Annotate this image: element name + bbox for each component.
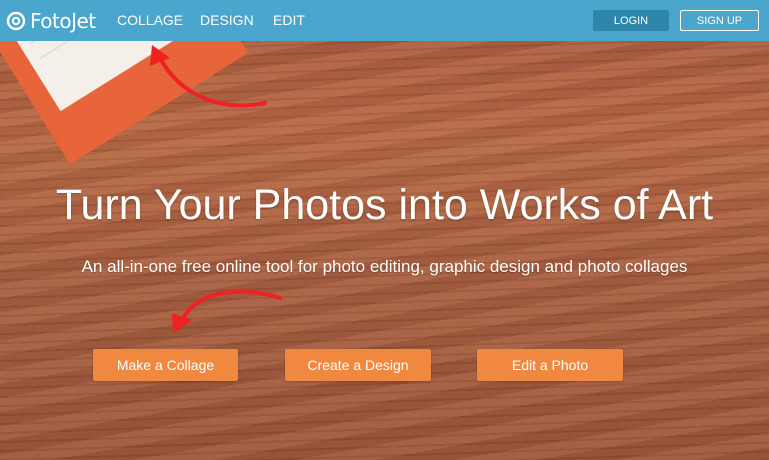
top-navbar: FotoJet COLLAGE DESIGN EDIT LOGIN SIGN U… (0, 0, 769, 41)
fotojet-logo-icon (6, 11, 26, 31)
login-button[interactable]: LOGIN (593, 10, 669, 31)
hero-title: Turn Your Photos into Works of Art (55, 181, 714, 229)
signup-button[interactable]: SIGN UP (680, 10, 759, 31)
make-collage-button[interactable]: Make a Collage (93, 349, 238, 381)
arrow-to-make-collage-icon (181, 289, 282, 320)
hero-subtitle: An all-in-one free online tool for photo… (81, 257, 688, 276)
page: FotoJet COLLAGE DESIGN EDIT LOGIN SIGN U… (0, 0, 769, 460)
nav-design[interactable]: DESIGN (200, 12, 254, 28)
arrow-head-icon (172, 313, 192, 334)
nav-collage[interactable]: COLLAGE (117, 12, 183, 28)
brand-logo[interactable]: FotoJet (6, 9, 96, 33)
brand-name: FotoJet (30, 9, 96, 33)
create-design-button[interactable]: Create a Design (285, 349, 431, 381)
nav-edit[interactable]: EDIT (273, 12, 305, 28)
edit-photo-button[interactable]: Edit a Photo (477, 349, 623, 381)
